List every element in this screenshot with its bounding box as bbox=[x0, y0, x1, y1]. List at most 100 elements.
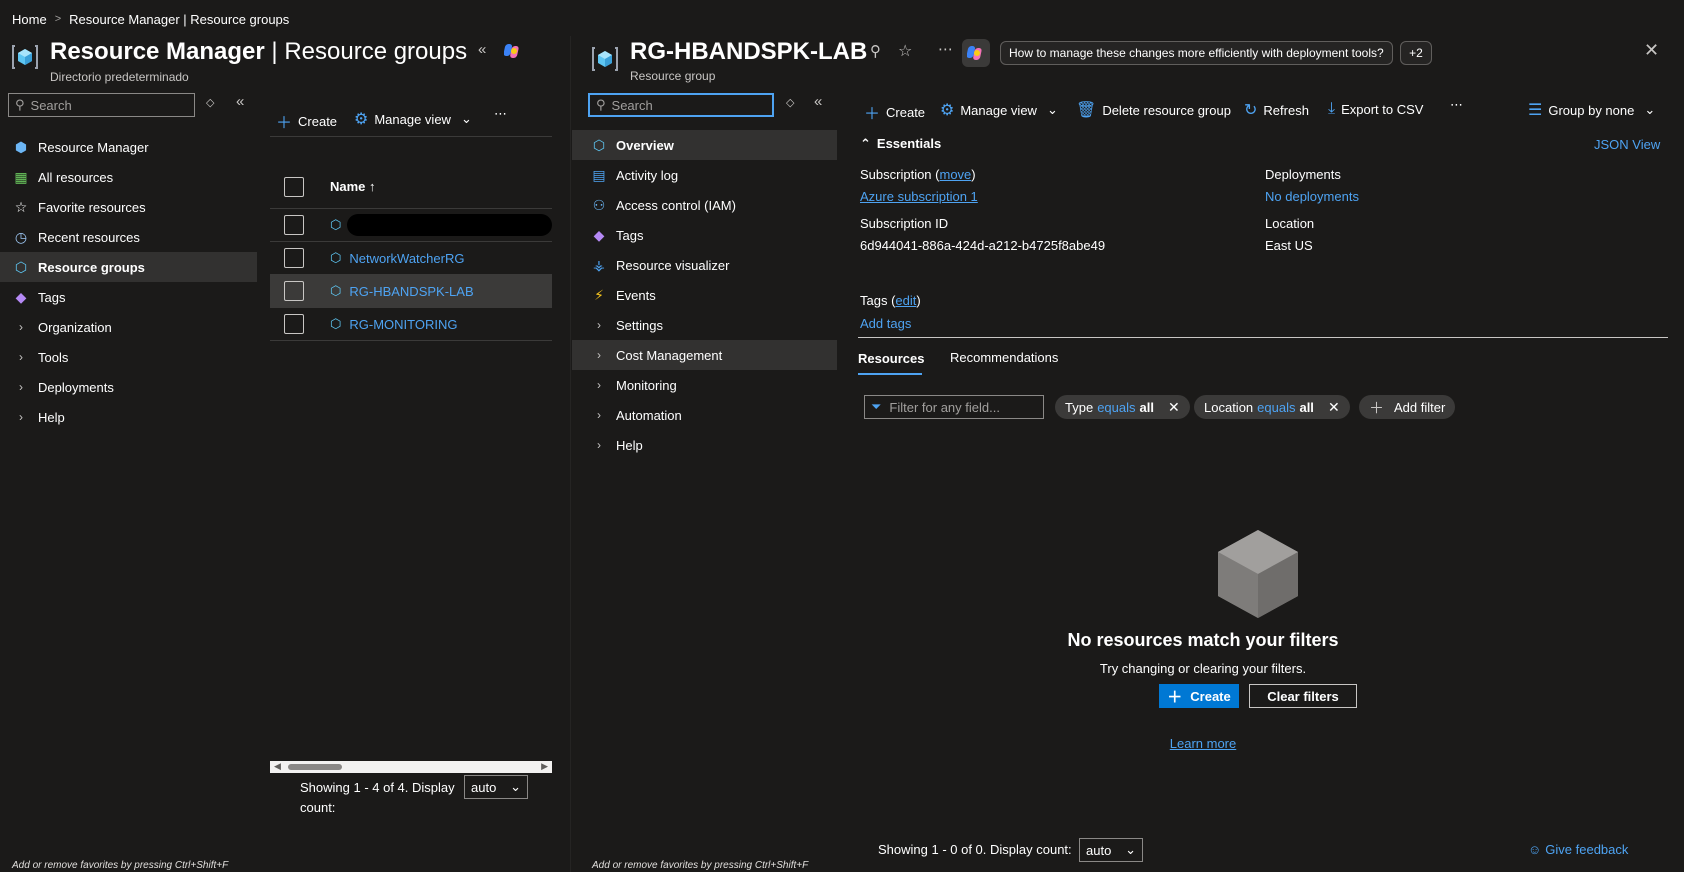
refresh-button[interactable]: ↻ Refresh bbox=[1244, 100, 1309, 120]
sort-icon[interactable]: ◇ bbox=[786, 96, 794, 109]
deployments-link[interactable]: No deployments bbox=[1265, 189, 1359, 204]
tab-resources[interactable]: Resources bbox=[858, 351, 924, 366]
row-checkbox[interactable] bbox=[284, 314, 304, 334]
chevron-up-icon: ⌃ bbox=[860, 136, 871, 151]
chevron-right-icon: › bbox=[19, 410, 23, 424]
nav-item-automation[interactable]: › Automation bbox=[572, 400, 837, 430]
nav-item-iam[interactable]: ⚇ Access control (IAM) bbox=[572, 190, 837, 220]
location-label: Location bbox=[1265, 216, 1315, 231]
more-suggestions-button[interactable]: +2 bbox=[1400, 41, 1432, 65]
more-options-icon[interactable]: ⋯ bbox=[938, 40, 953, 58]
nav-item-overview[interactable]: ⬡ Overview bbox=[572, 130, 837, 160]
copilot-button[interactable] bbox=[962, 39, 990, 67]
nav-item-all-resources[interactable]: ▦ All resources bbox=[0, 162, 257, 192]
sort-icon[interactable]: ◇ bbox=[206, 96, 214, 109]
filter-pill-location[interactable]: Location equals all ✕ bbox=[1194, 395, 1350, 419]
breadcrumb-current[interactable]: Resource Manager | Resource groups bbox=[69, 12, 289, 27]
overview-icon: ⬡ bbox=[592, 136, 606, 153]
subscription-link[interactable]: Azure subscription 1 bbox=[860, 189, 978, 204]
page-title: RG-HBANDSPK-LAB bbox=[630, 38, 868, 65]
breadcrumb-home[interactable]: Home bbox=[12, 12, 47, 27]
nav-item-resource-groups[interactable]: ⬡ Resource groups bbox=[0, 252, 257, 282]
close-icon[interactable]: ✕ bbox=[1328, 399, 1340, 416]
learn-more-link[interactable]: Learn more bbox=[1008, 736, 1398, 751]
add-tags-link[interactable]: Add tags bbox=[860, 316, 911, 331]
nav-item-cost-management[interactable]: › Cost Management bbox=[572, 340, 837, 370]
create-button[interactable]: ＋ Create bbox=[864, 100, 925, 124]
essentials-toggle[interactable]: ⌃ Essentials bbox=[860, 136, 941, 152]
nav-item-organization[interactable]: › Organization bbox=[0, 312, 257, 342]
nav-item-tags[interactable]: ◆ Tags bbox=[572, 220, 837, 250]
table-row[interactable]: ⬡ bbox=[270, 209, 552, 242]
table-row[interactable]: ⬡ RG-HBANDSPK-LAB bbox=[270, 275, 552, 308]
table-row[interactable]: ⬡ NetworkWatcherRG bbox=[270, 242, 552, 275]
horizontal-scrollbar[interactable]: ◀ ▶ bbox=[270, 761, 552, 773]
resource-group-link[interactable]: RG-HBANDSPK-LAB bbox=[349, 284, 473, 299]
nav-item-help[interactable]: › Help bbox=[0, 402, 257, 432]
manage-view-button[interactable]: ⚙ Manage view ⌄ bbox=[354, 109, 472, 129]
more-options-icon[interactable]: ⋯ bbox=[494, 106, 507, 122]
nav-item-activity-log[interactable]: ▤ Activity log bbox=[572, 160, 837, 190]
tab-recommendations[interactable]: Recommendations bbox=[950, 350, 1058, 365]
page-title: Resource Manager | Resource groups bbox=[50, 38, 468, 65]
copilot-suggestion[interactable]: How to manage these changes more efficie… bbox=[1000, 41, 1393, 65]
give-feedback-link[interactable]: ☺ Give feedback bbox=[1528, 842, 1628, 857]
filter-input[interactable]: ⏷ Filter for any field... bbox=[864, 395, 1044, 419]
group-by-dropdown[interactable]: ☰ Group by none ⌄ bbox=[1528, 100, 1655, 120]
table-row[interactable]: ⬡ RG-MONITORING bbox=[270, 308, 552, 341]
row-checkbox[interactable] bbox=[284, 215, 304, 235]
collapse-menu-icon[interactable]: « bbox=[236, 93, 244, 110]
close-icon[interactable]: ✕ bbox=[1644, 40, 1659, 61]
nav-item-settings[interactable]: › Settings bbox=[572, 310, 837, 340]
edit-tags-link[interactable]: edit bbox=[895, 293, 916, 308]
json-view-link[interactable]: JSON View bbox=[1594, 137, 1660, 152]
more-options-icon[interactable]: ⋯ bbox=[1450, 97, 1463, 113]
create-button[interactable]: ＋ Create bbox=[276, 109, 337, 133]
display-count-dropdown[interactable]: auto ⌄ bbox=[464, 775, 528, 799]
nav-item-tools[interactable]: › Tools bbox=[0, 342, 257, 372]
nav-item-resource-manager[interactable]: ⬢ Resource Manager bbox=[0, 132, 257, 162]
close-icon[interactable]: ✕ bbox=[1168, 399, 1180, 416]
collapse-icon[interactable]: « bbox=[478, 41, 486, 58]
filter-pill-type[interactable]: Type equals all ✕ bbox=[1055, 395, 1190, 419]
delete-resource-group-button[interactable]: 🗑 Delete resource group bbox=[1076, 100, 1231, 120]
move-link[interactable]: move bbox=[939, 167, 971, 182]
scroll-right-icon[interactable]: ▶ bbox=[541, 761, 548, 772]
resource-group-link[interactable]: RG-MONITORING bbox=[349, 317, 457, 332]
menu-search-input[interactable]: ⚲ Search bbox=[588, 93, 774, 117]
nav-item-tags[interactable]: ◆ Tags bbox=[0, 282, 257, 312]
chevron-right-icon: › bbox=[19, 320, 23, 334]
row-checkbox[interactable] bbox=[284, 248, 304, 268]
column-header-name[interactable]: Name ↑ bbox=[330, 179, 376, 194]
pin-icon[interactable]: ⚲ bbox=[870, 42, 881, 60]
nav-item-deployments[interactable]: › Deployments bbox=[0, 372, 257, 402]
nav-item-help[interactable]: › Help bbox=[572, 430, 837, 460]
gear-icon: ⚙ bbox=[354, 111, 369, 128]
search-input[interactable]: ⚲ Search bbox=[8, 93, 195, 117]
nav-item-resource-visualizer[interactable]: ⚶ Resource visualizer bbox=[572, 250, 837, 280]
copilot-icon[interactable] bbox=[504, 42, 522, 60]
select-all-checkbox[interactable] bbox=[284, 177, 304, 197]
scrollbar-thumb[interactable] bbox=[288, 764, 342, 770]
export-csv-button[interactable]: ⤓ Export to CSV bbox=[1328, 100, 1423, 118]
nav-item-events[interactable]: ⚡ Events bbox=[572, 280, 837, 310]
scroll-left-icon[interactable]: ◀ bbox=[274, 761, 281, 772]
resource-group-icon: ⬡ bbox=[330, 316, 342, 331]
manage-view-button[interactable]: ⚙ Manage view ⌄ bbox=[940, 100, 1058, 120]
clock-icon: ◷ bbox=[14, 228, 28, 245]
clear-filters-button[interactable]: Clear filters bbox=[1249, 684, 1357, 708]
nav-item-favorite-resources[interactable]: ☆ Favorite resources bbox=[0, 192, 257, 222]
display-count-dropdown[interactable]: auto ⌄ bbox=[1079, 838, 1143, 862]
create-resource-button[interactable]: ＋ Create bbox=[1159, 684, 1239, 708]
row-checkbox[interactable] bbox=[284, 281, 304, 301]
nav-item-monitoring[interactable]: › Monitoring bbox=[572, 370, 837, 400]
chevron-right-icon: › bbox=[597, 318, 601, 332]
resource-group-menu: ⬡ Overview ▤ Activity log ⚇ Access control … bbox=[572, 130, 837, 460]
resource-group-link[interactable]: NetworkWatcherRG bbox=[349, 251, 464, 266]
collapse-menu-icon[interactable]: « bbox=[814, 93, 822, 110]
nav-item-recent-resources[interactable]: ◷ Recent resources bbox=[0, 222, 257, 252]
chevron-down-icon: ⌄ bbox=[1046, 102, 1058, 117]
star-icon[interactable]: ☆ bbox=[898, 41, 912, 61]
subscription-label: Subscription (move) bbox=[860, 167, 976, 182]
add-filter-button[interactable]: ＋ Add filter bbox=[1359, 395, 1456, 419]
